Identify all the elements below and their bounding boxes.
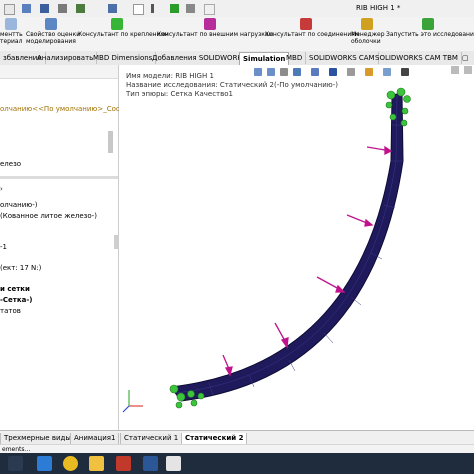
material-node[interactable]: елезо	[0, 160, 21, 168]
study-config-node[interactable]: олчанию-)	[0, 201, 37, 209]
title-bar: RIB HIGH 1 *	[0, 0, 474, 18]
new-file-icon[interactable]	[4, 4, 15, 15]
simulation-evaluator-button[interactable]: Свойство оценки моделирования	[26, 17, 80, 51]
tab-mbd[interactable]: MBD	[283, 52, 307, 64]
evaluator-icon	[45, 18, 57, 30]
notepad-icon[interactable]	[166, 456, 181, 471]
feature-tree-panel: олчанию<<По умолчанию>_Состоя елезо › ол…	[0, 65, 132, 430]
file-properties-icon[interactable]	[186, 4, 195, 13]
run-icon	[422, 18, 434, 30]
part-material-node[interactable]: (Кованное литое железо-)	[0, 212, 97, 220]
graphics-viewport[interactable]: Имя модели: RIB HIGH 1 Название исследов…	[119, 65, 474, 430]
solidworks-icon[interactable]	[116, 456, 131, 471]
study-icon	[5, 18, 17, 30]
ribbon-label: Консультант по креплениям	[78, 31, 169, 38]
tree-splitter[interactable]	[0, 176, 118, 179]
mesh-model-canvas	[122, 87, 411, 413]
edge-browser-icon[interactable]	[37, 456, 52, 471]
options-gear-icon[interactable]	[204, 4, 215, 15]
word-icon[interactable]	[143, 456, 158, 471]
ribbon-label: Консультант по соединениям	[265, 31, 360, 38]
ribbon-label: териал	[0, 38, 23, 45]
shell-manager-button[interactable]: Менеджер оболочки	[350, 17, 385, 51]
ribbon-label: моделирования	[26, 38, 76, 45]
ribbon-label: Запустить это исследование	[386, 31, 474, 38]
command-tabs: збавление Анализировать MBD Dimensions Д…	[0, 51, 474, 66]
mesh-quality-node[interactable]: -Сетка-)	[0, 296, 32, 304]
bottom-tabs: Трехмерные виды Анимация1 Статический 1 …	[0, 430, 474, 445]
status-text: ements...	[2, 446, 31, 453]
new-study-button[interactable]: ментть териал	[0, 17, 23, 51]
tab-solidworks-cam[interactable]: SOLIDWORKS CAM	[306, 52, 379, 64]
simulation-ribbon: ментть териал Свойство оценки моделирова…	[0, 17, 474, 52]
tab-solidworks-cam-tbm[interactable]: SOLIDWORKS CAM TBM	[372, 52, 462, 64]
tree-scrollbar[interactable]	[108, 131, 113, 153]
fixtures-advisor-button[interactable]: Консультант по креплениям	[78, 17, 169, 51]
tree-scrollbar-thumb[interactable]	[114, 235, 118, 249]
tab-mbd-dimensions[interactable]: MBD Dimensions	[90, 52, 157, 64]
ribbon-label: оболочки	[351, 38, 381, 45]
meshed-rib-body[interactable]	[170, 92, 404, 402]
chrome-icon[interactable]	[63, 456, 78, 471]
tab-simulation[interactable]: Simulation	[239, 52, 290, 65]
load-arrow-icon	[204, 18, 216, 30]
ribbon-label: Консультант по внешним нагрузкам	[157, 31, 274, 38]
fixture-node[interactable]: -1	[0, 243, 7, 251]
print-icon[interactable]	[58, 4, 67, 13]
tab-evaluate[interactable]: Анализировать	[34, 52, 98, 64]
rebuild-icon[interactable]	[151, 4, 154, 13]
tab-solidworks-addins[interactable]: Добавления SOLIDWORKS	[149, 52, 251, 64]
fixture-icon	[111, 18, 123, 30]
redo-icon[interactable]	[108, 4, 117, 13]
document-title: RIB HIGH 1 *	[356, 4, 401, 12]
load-node[interactable]: (ект: 17 N:)	[0, 264, 41, 272]
external-loads-advisor-button[interactable]: Консультант по внешним нагрузкам	[157, 17, 273, 51]
connection-icon	[300, 18, 312, 30]
configuration-node[interactable]: олчанию<<По умолчанию>_Состоя	[0, 105, 132, 113]
tab-overflow-icon[interactable]: ▢	[459, 52, 473, 64]
windows-taskbar	[0, 453, 474, 474]
results-node[interactable]: татов	[0, 307, 21, 315]
shell-icon	[361, 18, 373, 30]
task-view-icon[interactable]	[8, 456, 23, 471]
undo-icon[interactable]	[76, 4, 85, 13]
tree-arrow-icon[interactable]: ›	[0, 185, 3, 193]
mesh-node[interactable]: и сетки	[0, 285, 30, 293]
coordinate-triad	[122, 390, 143, 413]
tree-toolbar	[0, 65, 118, 79]
connections-advisor-button[interactable]: Консультант по соединениям	[265, 17, 359, 51]
open-file-icon[interactable]	[22, 4, 31, 13]
select-cursor-icon[interactable]	[133, 4, 144, 15]
run-study-button[interactable]: Запустить это исследование	[386, 17, 474, 51]
file-explorer-icon[interactable]	[89, 456, 104, 471]
options-icon[interactable]	[170, 4, 179, 13]
save-icon[interactable]	[40, 4, 49, 13]
